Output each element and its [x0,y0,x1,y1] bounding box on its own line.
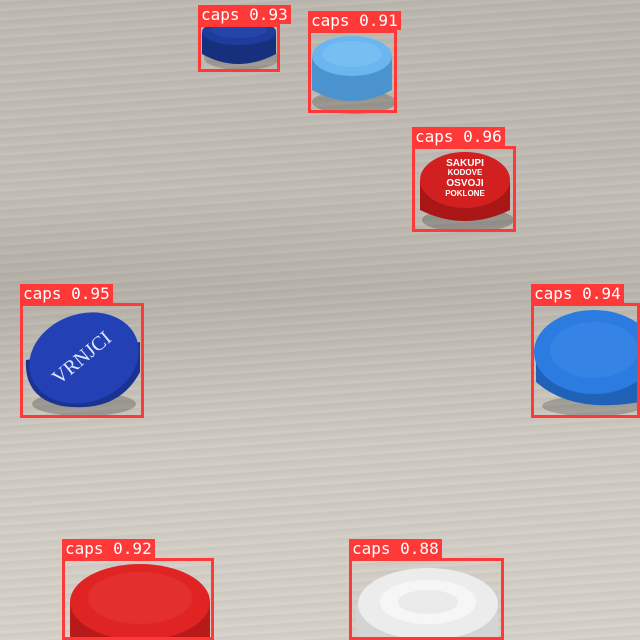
detection-label: caps 0.96 [412,127,505,146]
detection-box: caps 0.96 [412,127,516,232]
detection-label: caps 0.91 [308,11,401,30]
detection-label: caps 0.94 [531,284,624,303]
detection-box: caps 0.94 [531,284,640,418]
detection-box: caps 0.91 [308,11,401,113]
photo-scene: SAKUPI KODOVE OSVOJI POKLONE VRNJCI caps… [0,0,640,640]
detection-label: caps 0.88 [349,539,442,558]
detection-box: caps 0.95 [20,284,144,418]
detection-label: caps 0.95 [20,284,113,303]
detection-label: caps 0.92 [62,539,155,558]
detection-box: caps 0.93 [198,5,291,72]
detection-label: caps 0.93 [198,5,291,24]
detection-box: caps 0.88 [349,539,504,640]
detection-box: caps 0.92 [62,539,214,640]
